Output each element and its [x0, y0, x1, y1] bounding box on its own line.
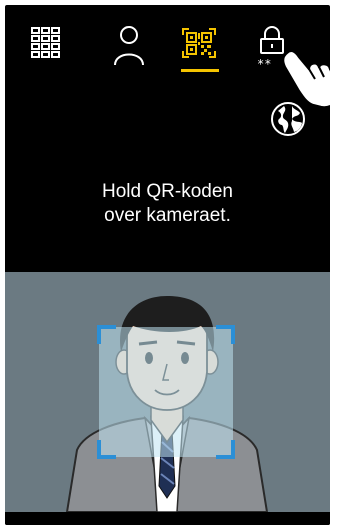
active-tab-indicator [181, 69, 219, 72]
person-icon [114, 26, 144, 66]
tab-keypad[interactable] [27, 23, 71, 73]
bottom-bar [5, 512, 330, 525]
qr-code-icon [182, 28, 216, 58]
globe-icon[interactable] [270, 101, 306, 137]
camera-preview [5, 272, 330, 512]
instruction-line-2: over kameraet. [104, 205, 231, 226]
svg-text:**: ** [257, 57, 271, 71]
tab-qr[interactable] [177, 23, 221, 73]
tab-user[interactable] [111, 23, 155, 73]
intercom-screen: ** Hold QR-koden over kameraet. [5, 5, 330, 525]
top-toolbar: ** [5, 5, 330, 109]
keypad-grid-icon [31, 27, 60, 58]
face-detection-frame [97, 325, 235, 459]
instruction-line-1: Hold QR-koden [102, 181, 233, 202]
instruction-text: Hold QR-koden over kameraet. [5, 180, 330, 228]
